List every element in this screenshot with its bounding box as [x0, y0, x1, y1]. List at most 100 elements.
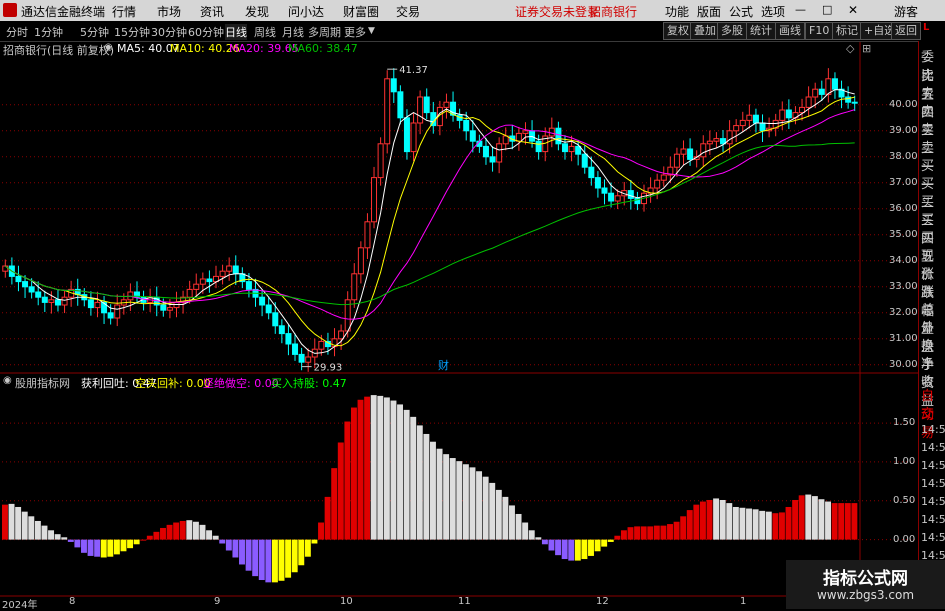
candle-down [831, 78, 838, 90]
profit-taking-bar [732, 506, 739, 540]
candle-up [680, 148, 687, 155]
profit-taking-bar [739, 507, 746, 540]
tick-time: 14:56 [921, 441, 945, 454]
profit-taking-bar [719, 499, 726, 540]
candle-up [219, 270, 226, 277]
candle-down [245, 281, 252, 290]
candle-down [160, 304, 167, 311]
candle-down [423, 96, 430, 114]
profit-taking-bar [476, 471, 483, 540]
short-cover-bar [107, 539, 114, 557]
candle-down [759, 122, 766, 132]
candle-down [627, 190, 634, 199]
hold-bar [634, 526, 641, 540]
candle-up [351, 273, 358, 301]
profit-taking-bar [443, 454, 450, 540]
hold-bar [166, 524, 173, 540]
candle-up [417, 96, 424, 124]
hold-bar [627, 527, 634, 540]
hold-bar [146, 535, 153, 540]
hold-bar [350, 407, 357, 540]
candle-down [206, 278, 213, 283]
hold-bar [838, 503, 845, 540]
short-bar [245, 539, 252, 571]
profit-taking-bar [41, 525, 48, 540]
short-cover-bar [607, 539, 614, 542]
short-bar [225, 539, 232, 551]
candle-up [318, 340, 325, 350]
short-bar [258, 539, 265, 581]
x-label-sep: 9 [214, 596, 221, 607]
hold-bar [785, 506, 792, 540]
tick-time: 14:56 [921, 531, 945, 544]
short-cover-bar [581, 539, 588, 560]
hold-bar [844, 503, 851, 540]
short-cover-bar [574, 539, 581, 561]
short-bar [74, 539, 81, 548]
short-bar [252, 539, 259, 577]
candle-up [805, 96, 812, 108]
candle-up [614, 195, 621, 202]
candle-down [529, 130, 536, 142]
hold-bar [331, 468, 338, 540]
indicator-tick-label: 0.00 [893, 533, 916, 545]
price-tick-label: 32.00 [889, 306, 918, 318]
short-cover-bar [594, 539, 601, 552]
candle-down [35, 291, 42, 298]
price-tick-label: 33.00 [889, 280, 918, 292]
candle-up [700, 143, 707, 158]
candle-up [357, 247, 364, 275]
candle-down [54, 299, 61, 306]
candle-up [733, 125, 740, 132]
candle-up [548, 127, 555, 137]
profit-taking-bar [403, 409, 410, 540]
profit-taking-bar [528, 530, 535, 540]
candle-down [259, 296, 266, 306]
candle-down [594, 177, 601, 189]
candle-down [601, 187, 608, 194]
candle-up [502, 135, 509, 145]
profit-taking-bar [489, 482, 496, 540]
kline-chart[interactable]: 41.37 29.93 财 [0, 0, 945, 609]
short-cover-bar [304, 539, 311, 557]
hold-bar [667, 524, 673, 540]
candle-up [193, 283, 200, 290]
short-bar [568, 539, 575, 561]
hold-bar [153, 531, 160, 540]
hold-bar [647, 526, 654, 540]
candle-up [61, 296, 68, 306]
hold-bar [318, 522, 324, 540]
candle-up [94, 301, 101, 309]
hold-bar [680, 516, 687, 540]
profit-taking-bar [397, 404, 404, 540]
profit-taking-bar [713, 498, 720, 540]
short-cover-bar [601, 539, 608, 547]
finance-event-marker: 财 [438, 358, 449, 372]
sidebar-top-label: L [923, 22, 930, 33]
x-label-aug: 8 [69, 596, 76, 607]
high-price-label: 41.37 [399, 65, 428, 76]
candle-down [588, 166, 595, 179]
hold-bar [706, 499, 713, 540]
short-bar [81, 539, 87, 553]
short-bar [232, 539, 239, 558]
hold-bar [772, 513, 779, 540]
candle-down [608, 192, 615, 202]
profit-taking-bar [515, 513, 522, 540]
indicator-tick-label: 1.50 [893, 417, 916, 429]
profit-taking-bar [192, 521, 199, 540]
hold-bar [357, 399, 364, 540]
profit-taking-bar [370, 395, 377, 540]
profit-taking-bar [383, 397, 390, 540]
profit-taking-bar [390, 400, 397, 540]
candle-up [654, 179, 661, 189]
profit-taking-bar [462, 464, 469, 540]
profit-taking-bar [726, 503, 733, 540]
price-tick-label: 40.00 [889, 98, 918, 110]
watermark-title: 指标公式网 [823, 569, 908, 589]
short-cover-bar [100, 539, 107, 558]
candle-down [851, 101, 858, 104]
short-bar [555, 539, 562, 556]
candle-up [522, 130, 529, 134]
hold-bar [140, 539, 147, 541]
